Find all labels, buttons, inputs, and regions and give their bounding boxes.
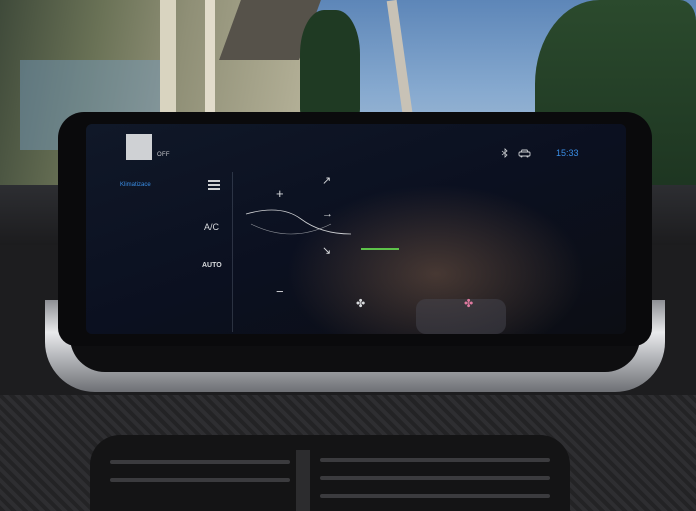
divider [232,172,233,332]
airflow-forward-arrow-icon[interactable]: → [322,208,333,220]
clock: 15:33 [556,148,579,158]
vent-divider [296,450,310,511]
airflow-curve [245,209,352,235]
vent-slat [320,494,550,498]
power-status-label: OFF [157,152,170,158]
vent-slat [320,458,550,462]
vent-slat [110,478,290,482]
vent-slat [110,460,290,464]
status-bar: OFF 15:33 [86,124,626,164]
infotainment-screen: OFF 15:33 Klimatizace A/C AUTO + − ↗ → ↘… [86,124,626,334]
bluetooth-icon [501,148,508,158]
airflow-up-arrow-icon[interactable]: ↗ [322,174,331,187]
temperature-decrease-button[interactable]: − [276,284,284,299]
fan-icon[interactable]: ✤ [356,297,365,310]
tree [300,10,360,120]
rear-fan-icon[interactable]: ✤ [464,297,473,310]
active-indicator [361,248,399,250]
tab-climate[interactable]: Klimatizace [120,182,151,188]
power-toggle-square[interactable] [126,134,152,160]
auto-button[interactable]: AUTO [202,262,222,269]
car-icon [518,149,531,158]
airflow-down-arrow-icon[interactable]: ↘ [322,244,331,257]
vent-slat [320,476,550,480]
hamburger-menu-icon[interactable] [208,180,220,190]
air-vent [90,435,570,511]
camera-reflection [416,299,506,334]
ac-button[interactable]: A/C [204,222,219,232]
photo-scene: OFF 15:33 Klimatizace A/C AUTO + − ↗ → ↘… [0,0,696,511]
